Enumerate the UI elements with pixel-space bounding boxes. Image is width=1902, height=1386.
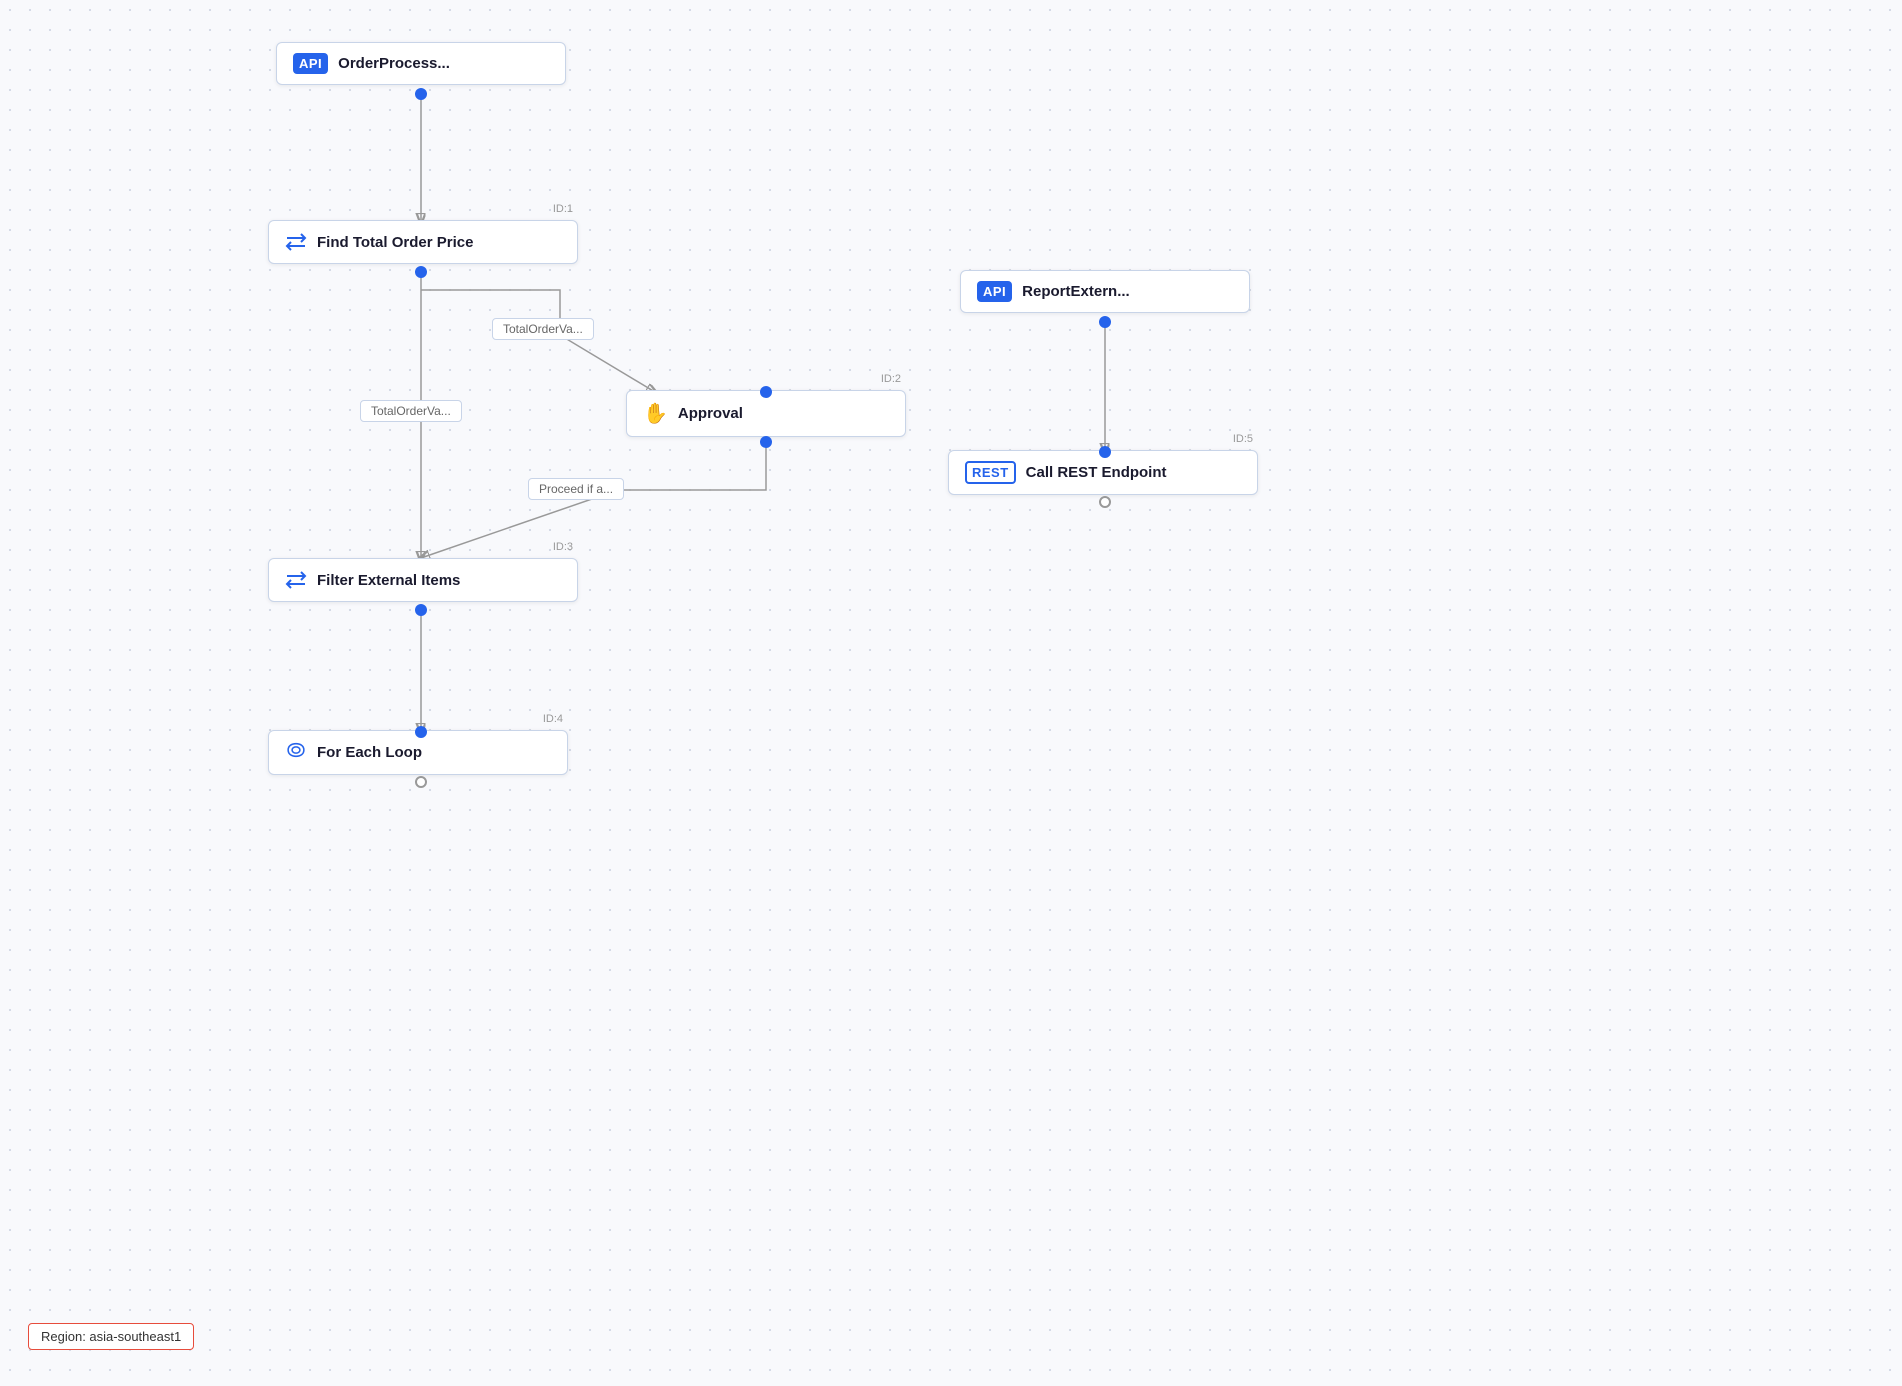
- find-total-label: Find Total Order Price: [317, 234, 473, 251]
- call-rest-top-dot: [1099, 446, 1111, 458]
- order-process-node[interactable]: API OrderProcess...: [276, 42, 566, 85]
- for-each-id: ID:4: [543, 713, 563, 725]
- find-total-id: ID:1: [553, 203, 573, 215]
- edge-label-totalorderva1: TotalOrderVa...: [492, 318, 594, 340]
- rest-badge: REST: [965, 461, 1016, 484]
- report-api-badge: API: [977, 281, 1012, 302]
- for-each-top-dot: [415, 726, 427, 738]
- hand-icon: ✋: [643, 401, 668, 426]
- find-total-order-price-node[interactable]: ID:1 Find Total Order Price: [268, 220, 578, 264]
- edge-label-totalorderva2: TotalOrderVa...: [360, 400, 462, 422]
- filter-external-label: Filter External Items: [317, 572, 460, 589]
- loop-icon: [285, 741, 307, 764]
- approval-top-dot: [760, 386, 772, 398]
- report-extern-node[interactable]: API ReportExtern...: [960, 270, 1250, 313]
- api-badge: API: [293, 53, 328, 74]
- edge-label-proceedifa: Proceed if a...: [528, 478, 624, 500]
- order-process-top-dot: [415, 88, 427, 100]
- report-extern-bottom-dot: [1099, 316, 1111, 328]
- call-rest-id: ID:5: [1233, 433, 1253, 445]
- filter-external-items-node[interactable]: ID:3 Filter External Items: [268, 558, 578, 602]
- approval-label: Approval: [678, 405, 743, 422]
- for-each-bottom-dot: [415, 776, 427, 788]
- call-rest-label: Call REST Endpoint: [1026, 464, 1167, 481]
- filter-external-bottom-dot: [415, 604, 427, 616]
- for-each-label: For Each Loop: [317, 744, 422, 761]
- approval-bottom-dot: [760, 436, 772, 448]
- call-rest-bottom-dot: [1099, 496, 1111, 508]
- filter-external-id: ID:3: [553, 541, 573, 553]
- filter-icon-1: [285, 231, 307, 253]
- find-total-bottom-dot: [415, 266, 427, 278]
- region-badge: Region: asia-southeast1: [28, 1323, 194, 1350]
- filter-icon-2: [285, 569, 307, 591]
- approval-id: ID:2: [881, 373, 901, 385]
- report-extern-label: ReportExtern...: [1022, 283, 1130, 300]
- order-process-label: OrderProcess...: [338, 55, 450, 72]
